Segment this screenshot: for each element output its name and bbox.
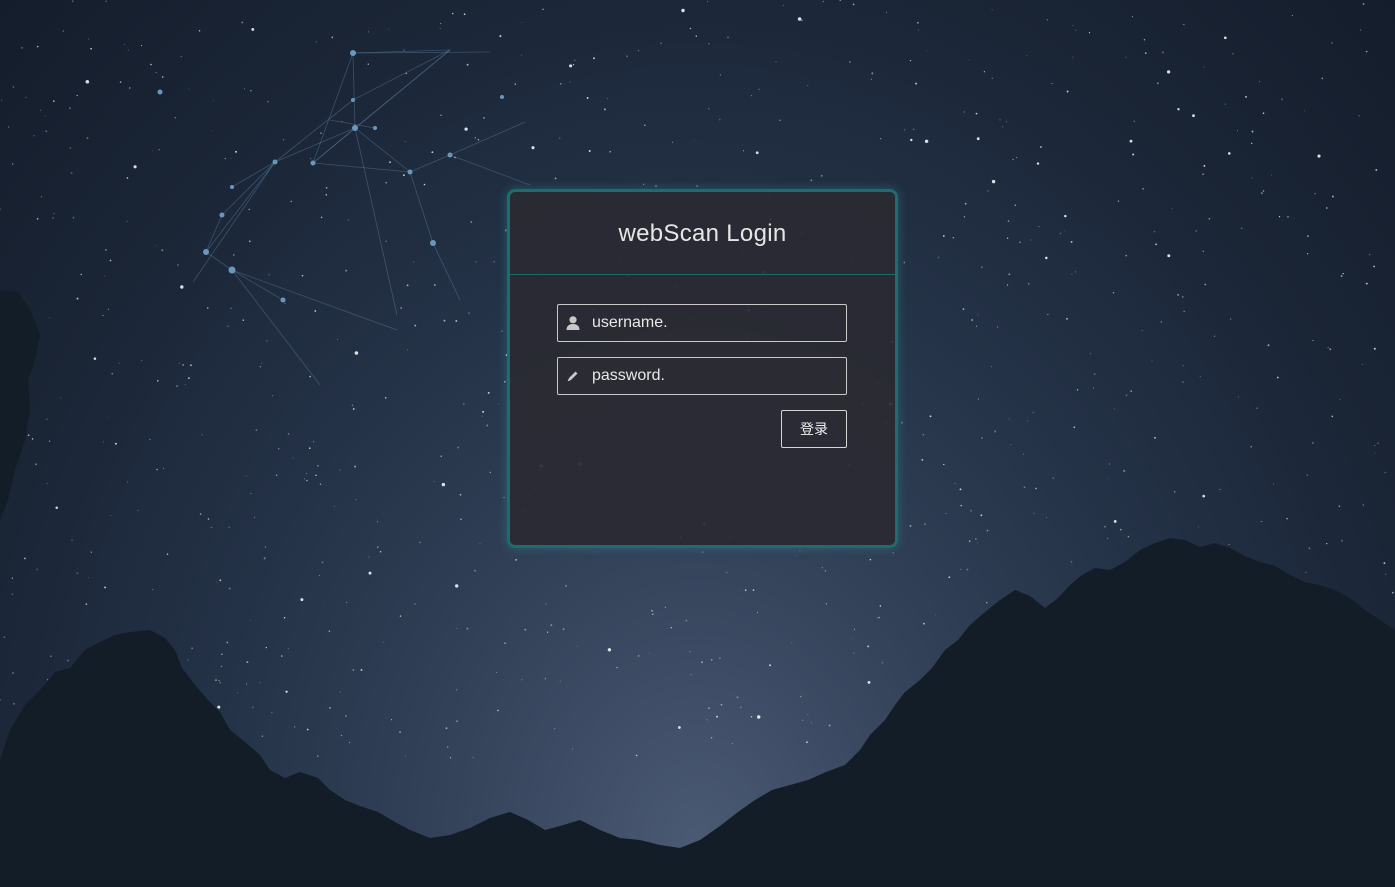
user-icon <box>558 305 588 341</box>
password-input[interactable] <box>588 359 846 393</box>
login-page: webScan Login 登录 <box>0 0 1395 887</box>
username-field[interactable] <box>557 304 847 342</box>
password-field[interactable] <box>557 357 847 395</box>
login-panel: webScan Login 登录 <box>507 189 898 548</box>
username-input[interactable] <box>588 306 846 340</box>
pencil-icon <box>558 358 588 394</box>
login-button[interactable]: 登录 <box>781 410 847 448</box>
page-title: webScan Login <box>618 220 787 247</box>
login-header: webScan Login <box>510 192 895 275</box>
